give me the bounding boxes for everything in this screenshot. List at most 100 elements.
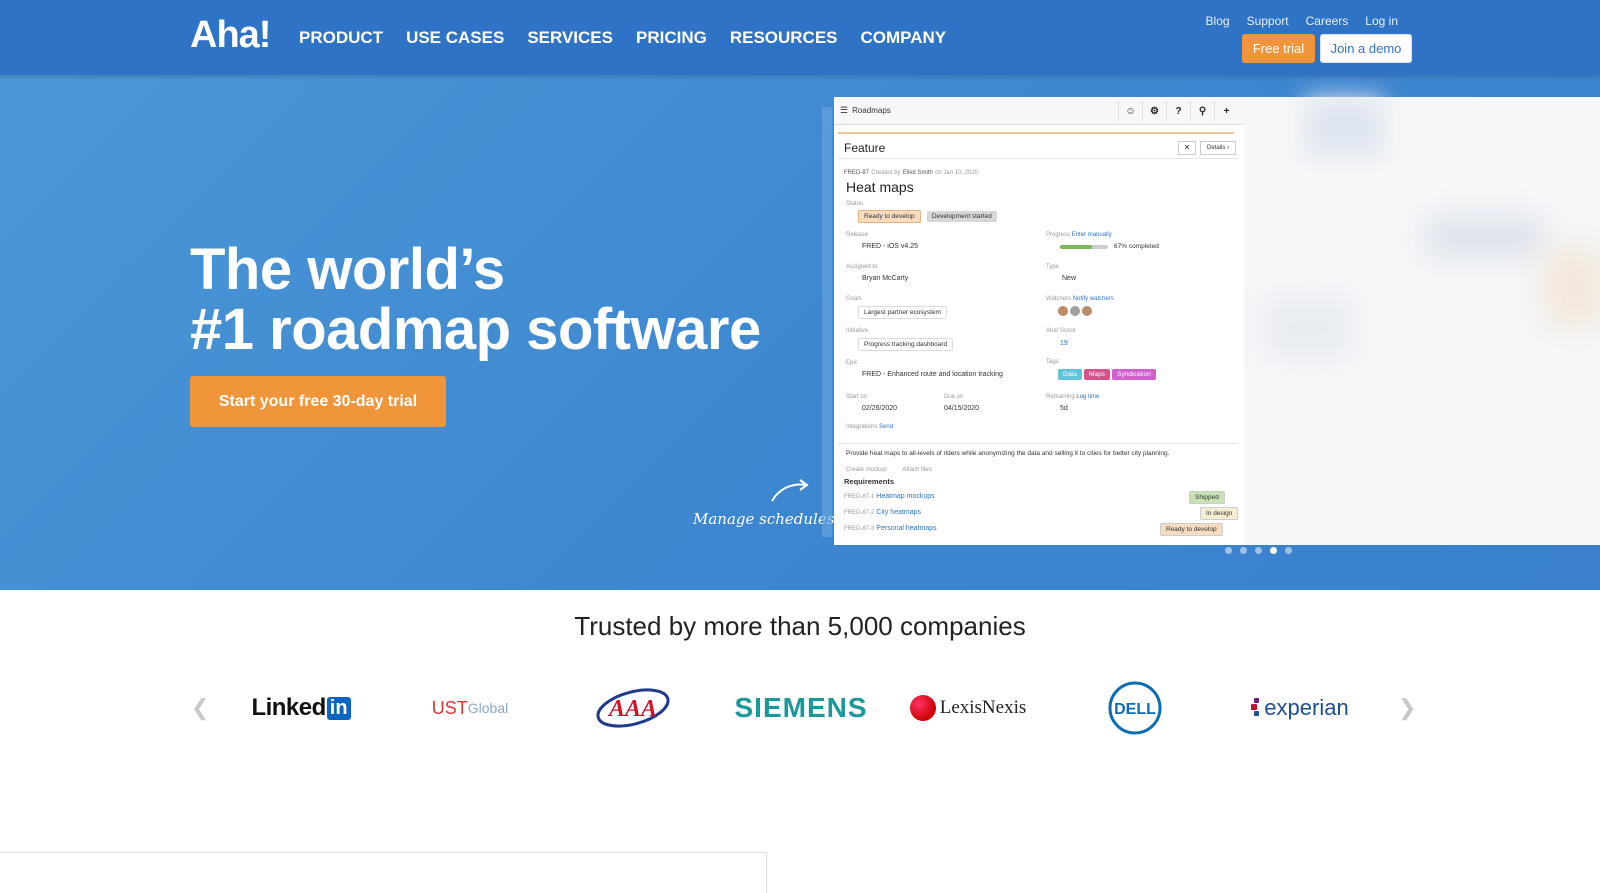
progress-mode: Enter manually <box>1071 232 1112 238</box>
trusted-heading: Trusted by more than 5,000 companies <box>574 611 1026 641</box>
toolbar-icons: ☺ ⚙ ? ⚲ + <box>1118 101 1238 121</box>
nav-services[interactable]: SERVICES <box>527 28 613 48</box>
carousel-dot-active[interactable] <box>1270 547 1277 554</box>
tag-data: Data <box>1058 369 1082 380</box>
avatar <box>1058 306 1068 316</box>
notify-watchers-link: Notify watchers <box>1072 296 1114 302</box>
requirement-row: FRED-87-1 Heatmap mockups <box>844 493 935 500</box>
nav-use-cases[interactable]: USE CASES <box>406 28 504 48</box>
progress-label: Progress <box>1046 232 1071 238</box>
help-icon: ? <box>1166 101 1190 121</box>
nav-product[interactable]: PRODUCT <box>299 28 383 48</box>
linkedin-logo: Linked in <box>245 680 357 736</box>
requirements-label: Requirements <box>844 477 895 486</box>
gear-icon: ⚙ <box>1142 101 1166 121</box>
carousel-dot[interactable] <box>1225 547 1232 554</box>
nav-support[interactable]: Support <box>1247 14 1289 28</box>
requirement-name: Heatmap mockups <box>876 493 935 500</box>
feature-name: Heat maps <box>846 179 914 195</box>
requirement-name: City heatmaps <box>876 509 922 516</box>
hero-title-line-1: The world’s <box>190 237 505 302</box>
due-label: Due on <box>944 394 964 400</box>
main-nav: PRODUCT USE CASES SERVICES PRICING RESOU… <box>299 28 969 48</box>
description: Provide heat maps to all-levels of rider… <box>846 450 1170 457</box>
panel-title: Feature <box>844 141 886 155</box>
nav-login[interactable]: Log in <box>1365 14 1398 28</box>
remaining-label: Remaining <box>1046 394 1075 400</box>
assigned-label: Assigned to <box>846 264 878 270</box>
carousel-dot[interactable] <box>1255 547 1262 554</box>
status-tag: Development started <box>926 211 997 222</box>
app-title: Roadmaps <box>852 106 891 115</box>
watcher-avatars <box>1058 306 1094 316</box>
experian-logo: experian <box>1245 680 1355 736</box>
svg-text:DELL: DELL <box>1114 701 1156 718</box>
app-screenshot: ☰ Roadmaps ☺ ⚙ ? ⚲ + Feature ✕ Details ›… <box>834 97 1244 545</box>
requirement-status: Shipped <box>1189 491 1225 504</box>
details-label: Details <box>1206 145 1226 151</box>
attach-files-link: Attach files <box>902 467 932 473</box>
aha-logo[interactable]: Aha! <box>190 14 271 57</box>
watchers-row: Watchers Notify watchers <box>1046 296 1114 302</box>
details-button: Details › <box>1200 141 1236 155</box>
integrations-row: Integrations Send <box>846 424 893 430</box>
next-section-card <box>0 852 767 893</box>
create-mockup-link: Create mockup <box>846 467 887 473</box>
release-value: FRED - iOS v4.25 <box>862 243 919 250</box>
send-link: Send <box>879 424 894 430</box>
free-trial-button[interactable]: Free trial <box>1242 34 1315 63</box>
divider <box>838 443 1238 444</box>
start-trial-button[interactable]: Start your free 30-day trial <box>190 376 446 427</box>
type-value: New <box>1062 275 1077 282</box>
manage-schedules-callout: Manage schedules <box>693 510 835 528</box>
tag-syndication: Syndication <box>1112 369 1156 380</box>
avatar-icon: ☺ <box>1118 101 1142 121</box>
goals-row: Largest partner ecosystem <box>858 306 947 319</box>
epic-label: Epic <box>846 360 858 366</box>
curved-arrow-icon <box>771 479 809 502</box>
site-header: Aha! PRODUCT USE CASES SERVICES PRICING … <box>0 0 1600 75</box>
status-label: Status <box>846 201 864 207</box>
nav-careers[interactable]: Careers <box>1306 14 1349 28</box>
requirement-id: FRED-87-1 <box>844 494 875 500</box>
avatar <box>1082 306 1092 316</box>
svg-text:AAA: AAA <box>606 696 656 722</box>
tag-maps: Maps <box>1083 369 1110 380</box>
tags-label: Tags <box>1046 359 1059 365</box>
log-time-link: Log time <box>1076 394 1100 400</box>
plus-icon: + <box>1214 101 1238 121</box>
initiative-row: Progress tracking dashboard <box>858 338 954 351</box>
start-label: Start on <box>846 394 868 400</box>
release-label: Release <box>846 232 869 238</box>
created-on: on Jan 10, 2020 <box>935 170 979 176</box>
initiative-label: Initiative <box>846 328 869 334</box>
goals-label: Goals <box>846 296 862 302</box>
lexisnexis-logo: LexisNexis <box>903 680 1033 736</box>
description-actions: Create mockup Attach files <box>846 467 932 473</box>
tags-row: Data Maps Syndication <box>1058 369 1156 380</box>
assigned-value: Bryan McCarty <box>862 275 909 282</box>
progress-track <box>1060 245 1108 249</box>
nav-pricing[interactable]: PRICING <box>636 28 707 48</box>
nav-company[interactable]: COMPANY <box>861 28 947 48</box>
carousel-dot[interactable] <box>1240 547 1247 554</box>
score-label: Aha! Score <box>1046 328 1076 334</box>
progress-text: 67% completed <box>1114 243 1159 250</box>
nav-resources[interactable]: RESOURCES <box>730 28 838 48</box>
carousel-dot[interactable] <box>1285 547 1292 554</box>
progress-fill <box>1060 245 1093 249</box>
remaining-row: Remaining Log time <box>1046 394 1099 400</box>
goal-pill: Largest partner ecosystem <box>858 306 947 319</box>
feature-panel-header: Feature ✕ Details › <box>838 137 1238 159</box>
hero-section: The world’s #1 roadmap software Start yo… <box>0 75 1600 590</box>
feature-id: FRED-87 <box>844 170 870 176</box>
score-value: 19 <box>1060 340 1068 347</box>
nav-blog[interactable]: Blog <box>1206 14 1230 28</box>
remaining-value: 5d <box>1060 405 1068 412</box>
start-value: 02/26/2020 <box>862 405 898 412</box>
aaa-logo: AAA <box>590 680 675 736</box>
search-icon: ⚲ <box>1190 101 1214 121</box>
join-demo-button[interactable]: Join a demo <box>1320 34 1412 63</box>
customer-logos: Linked in UST Global AAA SIEMENS LexisNexi… <box>0 680 1600 736</box>
menu-icon: ☰ <box>840 105 849 115</box>
